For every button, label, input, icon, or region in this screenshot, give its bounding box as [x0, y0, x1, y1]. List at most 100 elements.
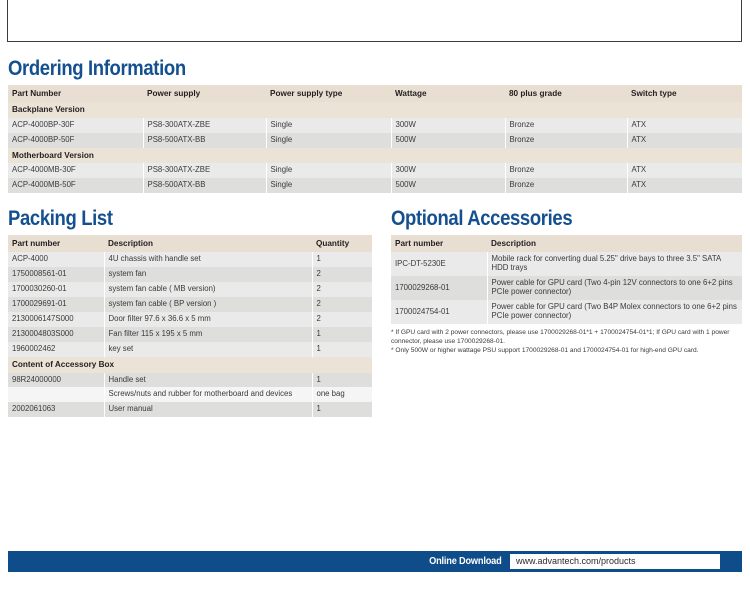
cell-part-number: 1700030260-01	[8, 282, 105, 298]
cell-part-number	[8, 387, 105, 403]
packing-list-heading: Packing List	[8, 207, 113, 230]
table-row: 2130004803S000 Fan filter 115 x 195 x 5 …	[8, 327, 372, 343]
cell-part-number: ACP-4000MB-30F	[8, 163, 144, 179]
cell-80-plus-grade: Bronze	[505, 163, 628, 179]
packing-list-table: Part number Description Quantity ACP-400…	[8, 235, 372, 418]
cell-description: key set	[104, 342, 313, 358]
cell-part-number: 2130004803S000	[8, 327, 105, 343]
column-header: 80 plus grade	[505, 85, 627, 103]
footnote: * If GPU card with 2 power connectors, p…	[391, 329, 730, 346]
table-row: ACP-4000 4U chassis with handle set 1	[8, 252, 372, 268]
table-row: 1700029268-01 Power cable for GPU card (…	[391, 276, 742, 301]
cell-description: system fan cable ( BP version )	[104, 297, 313, 313]
optional-accessories-table: Part number Description IPC-DT-5230E Mob…	[391, 235, 742, 325]
cell-part-number: 2002061063	[8, 402, 105, 418]
cell-power-supply-type: Single	[266, 163, 392, 179]
table-row: 1700029691-01 system fan cable ( BP vers…	[8, 297, 372, 313]
ordering-information-section: Ordering Information Part Number Power s…	[8, 58, 742, 194]
cell-part-number: 1700029691-01	[8, 297, 105, 313]
column-header: Wattage	[391, 85, 505, 103]
cell-description: 4U chassis with handle set	[104, 252, 313, 268]
cell-power-supply-type: Single	[266, 132, 392, 148]
cell-power-supply-type: Single	[266, 178, 392, 194]
cell-switch-type: ATX	[627, 117, 742, 133]
cell-power-supply: PS8-300ATX-ZBE	[143, 163, 267, 179]
cell-part-number: ACP-4000BP-50F	[8, 132, 144, 148]
optional-accessories-section: Optional Accessories Part number Descrip…	[391, 208, 742, 356]
table-row: ACP-4000MB-50F PS8-500ATX-BB Single 500W…	[8, 178, 742, 194]
table-header-row: Part number Description Quantity	[8, 235, 372, 253]
cell-quantity: 2	[312, 312, 372, 328]
cell-description: Door filter 97.6 x 36.6 x 5 mm	[104, 312, 313, 328]
cell-description: system fan cable ( MB version)	[104, 282, 313, 298]
cell-power-supply-type: Single	[266, 117, 392, 133]
cell-part-number: ACP-4000	[8, 252, 105, 268]
online-download-label: Online Download	[429, 556, 502, 567]
cell-part-number: ACP-4000BP-30F	[8, 117, 144, 133]
table-row: Screws/nuts and rubber for motherboard a…	[8, 387, 372, 403]
cell-power-supply: PS8-500ATX-BB	[143, 132, 267, 148]
cell-description: Power cable for GPU card (Two B4P Molex …	[487, 300, 742, 325]
column-header: Power supply	[143, 85, 266, 103]
cell-switch-type: ATX	[627, 163, 742, 179]
table-row: 2002061063 User manual 1	[8, 402, 372, 418]
cell-description: Fan filter 115 x 195 x 5 mm	[104, 327, 313, 343]
optional-accessories-heading: Optional Accessories	[391, 207, 573, 230]
column-header: Description	[487, 235, 742, 253]
table-row: ACP-4000BP-50F PS8-500ATX-BB Single 500W…	[8, 132, 742, 148]
cell-switch-type: ATX	[627, 178, 742, 194]
cell-quantity: 1	[312, 372, 372, 388]
cell-quantity: 1	[312, 402, 372, 418]
cell-power-supply: PS8-500ATX-BB	[143, 178, 267, 194]
cell-part-number: 1960002462	[8, 342, 105, 358]
cell-part-number: 1700024754-01	[391, 300, 488, 325]
cell-part-number: ACP-4000MB-50F	[8, 178, 144, 194]
table-row: 2130006147S000 Door filter 97.6 x 36.6 x…	[8, 312, 372, 328]
footnote: * Only 500W or higher wattage PSU suppor…	[391, 346, 699, 354]
table-row: 1700030260-01 system fan cable ( MB vers…	[8, 282, 372, 298]
cell-80-plus-grade: Bronze	[505, 132, 628, 148]
table-header-row: Part Number Power supply Power supply ty…	[8, 85, 742, 103]
column-header: Switch type	[627, 85, 742, 103]
cell-part-number: 98R24000000	[8, 372, 105, 388]
table-row: 1700024754-01 Power cable for GPU card (…	[391, 300, 742, 325]
cell-switch-type: ATX	[627, 132, 742, 148]
footer-bar: Online Download www.advantech.com/produc…	[8, 551, 742, 572]
cell-quantity: 1	[312, 252, 372, 268]
cell-power-supply: PS8-300ATX-ZBE	[143, 117, 267, 133]
cell-description: system fan	[104, 267, 313, 283]
column-header: Description	[104, 235, 312, 253]
table-row: IPC-DT-5230E Mobile rack for converting …	[391, 252, 742, 277]
accessories-footnotes: * If GPU card with 2 power connectors, p…	[391, 329, 742, 356]
table-header-row: Part number Description	[391, 235, 742, 253]
table-section-row: Backplane Version	[8, 102, 742, 118]
cell-quantity: 2	[312, 267, 372, 283]
column-header: Part Number	[8, 85, 143, 103]
section-label: Backplane Version	[8, 102, 742, 118]
table-section-row: Motherboard Version	[8, 147, 742, 164]
table-row: 1960002462 key set 1	[8, 342, 372, 358]
cell-quantity: one bag	[312, 387, 372, 403]
table-row: 98R24000000 Handle set 1	[8, 372, 372, 388]
cell-quantity: 2	[312, 282, 372, 298]
cell-part-number: 1700029268-01	[391, 276, 488, 301]
cell-wattage: 500W	[391, 178, 506, 194]
spec-drawing-box: [3.62][3.62][3.62][3.66]	[7, 0, 742, 42]
table-section-row: Content of Accessory Box	[8, 357, 372, 373]
cell-quantity: 2	[312, 297, 372, 313]
cell-part-number: IPC-DT-5230E	[391, 252, 488, 277]
table-row: ACP-4000MB-30F PS8-300ATX-ZBE Single 300…	[8, 163, 742, 179]
ordering-information-table: Part Number Power supply Power supply ty…	[8, 85, 742, 194]
packing-list-section: Packing List Part number Description Qua…	[8, 207, 372, 418]
cell-description: Handle set	[104, 372, 313, 388]
cell-description: Screws/nuts and rubber for motherboard a…	[104, 387, 313, 403]
table-row: ACP-4000BP-30F PS8-300ATX-ZBE Single 300…	[8, 117, 742, 133]
cell-description: Power cable for GPU card (Two 4-pin 12V …	[487, 276, 742, 301]
section-label: Motherboard Version	[8, 147, 742, 164]
cell-wattage: 300W	[391, 163, 506, 179]
column-header: Quantity	[312, 235, 372, 253]
online-download-url[interactable]: www.advantech.com/products	[510, 554, 720, 569]
cell-quantity: 1	[312, 327, 372, 343]
section-label: Content of Accessory Box	[8, 357, 372, 373]
table-row: 1750008561-01 system fan 2	[8, 267, 372, 283]
